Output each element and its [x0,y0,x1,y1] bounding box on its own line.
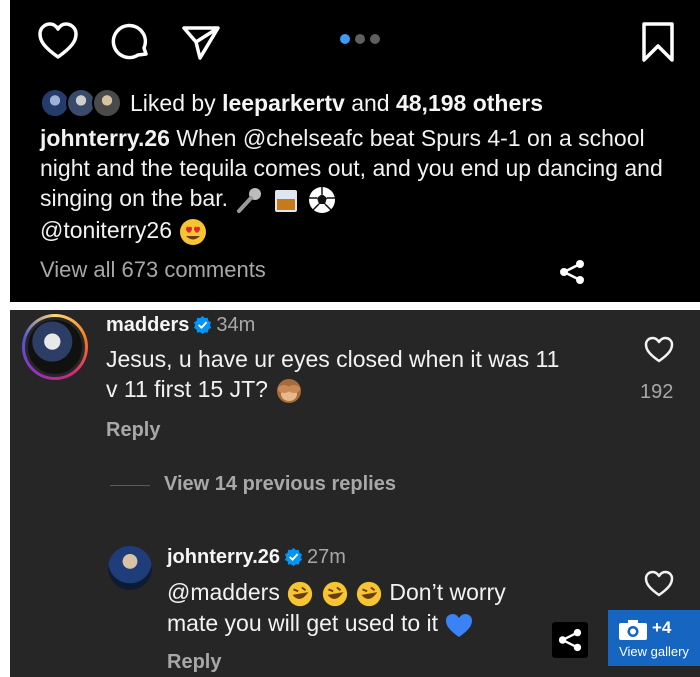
carousel-indicator [340,34,380,44]
comment-button[interactable] [108,20,152,64]
commenter-avatar[interactable] [22,314,88,380]
microphone-icon [237,187,262,213]
share-button[interactable] [552,622,588,658]
share-icon [558,628,582,652]
gallery-count: +4 [652,618,672,637]
heart-icon [38,22,78,59]
reply-text: @madders Don’t worry mate you will get u… [167,577,567,640]
likes-middle: and [344,89,396,116]
rofl-emoji-icon [288,581,313,607]
reply-button[interactable]: Reply [106,419,160,442]
divider [110,485,150,486]
carousel-dot [370,34,380,44]
post-caption: johnterry.26 When @chelseafc beat Spurs … [40,123,690,247]
comment-like-count: 192 [640,381,674,403]
soccer-ball-icon [309,186,336,213]
comment-icon [111,23,148,60]
reply-line-1: Don’t worry [383,579,506,605]
view-all-comments-link[interactable]: View all 673 comments [40,257,266,283]
reply-line-2: mate you will get used to it [167,609,439,636]
rofl-emoji-icon [322,581,347,607]
comment-line-2: v 11 first 15 JT? [106,376,268,402]
like-button[interactable] [36,20,80,64]
camera-icon [619,620,647,640]
reply-time: 27m [307,546,346,568]
verified-badge-icon [284,547,303,566]
view-previous-replies-link[interactable]: View 14 previous replies [164,473,396,496]
avatar[interactable] [92,88,122,118]
send-icon [182,26,220,60]
liker-username[interactable]: leeparkertv [222,90,345,116]
gallery-label: View gallery [619,644,689,659]
reply-like-heart-icon[interactable] [643,568,675,600]
reply-mention[interactable]: @madders [167,579,280,605]
comment-username[interactable]: madders [106,314,189,336]
avatar [25,317,85,377]
rofl-emoji-icon [356,581,382,607]
comment-header: madders 34m [106,314,255,337]
reply-header: johnterry.26 27m [167,546,346,569]
share-icon[interactable] [558,258,586,286]
caption-mention[interactable]: @toniterry26 [40,217,172,243]
comment-like-heart-icon[interactable] [643,334,675,366]
reply-username[interactable]: johnterry.26 [167,546,280,568]
comments-panel: madders 34m Jesus, u have ur eyes closed … [10,310,700,677]
view-gallery-button[interactable]: +4 View gallery [608,610,700,666]
share-send-button[interactable] [178,20,222,64]
reply-button[interactable]: Reply [167,651,221,674]
post-action-bar [10,0,700,82]
verified-badge-icon [194,315,212,334]
likes-prefix: Liked by [130,89,223,116]
whisky-glass-icon [274,189,297,212]
comment-time: 34m [216,314,256,336]
carousel-dot [355,34,365,44]
save-button[interactable] [636,20,680,64]
caption-username[interactable]: johnterry.26 [40,125,170,151]
comment-line-1: Jesus, u have ur eyes closed when it was… [106,346,560,372]
heart-eyes-emoji-icon [180,218,207,245]
see-no-evil-monkey-icon [277,378,302,403]
post-panel: Liked by leeparkertv and 48,198 others j… [10,0,700,302]
likes-row: Liked by leeparkertv and 48,198 others [40,88,543,118]
blue-heart-emoji-icon [446,613,473,637]
likes-summary[interactable]: Liked by leeparkertv and 48,198 others [130,90,543,117]
liker-avatars [40,88,124,118]
carousel-dot [340,34,350,44]
likes-count[interactable]: 48,198 others [396,90,543,116]
comment-text: Jesus, u have ur eyes closed when it was… [106,344,626,406]
reply-avatar[interactable] [108,546,152,590]
bookmark-icon [642,22,674,62]
